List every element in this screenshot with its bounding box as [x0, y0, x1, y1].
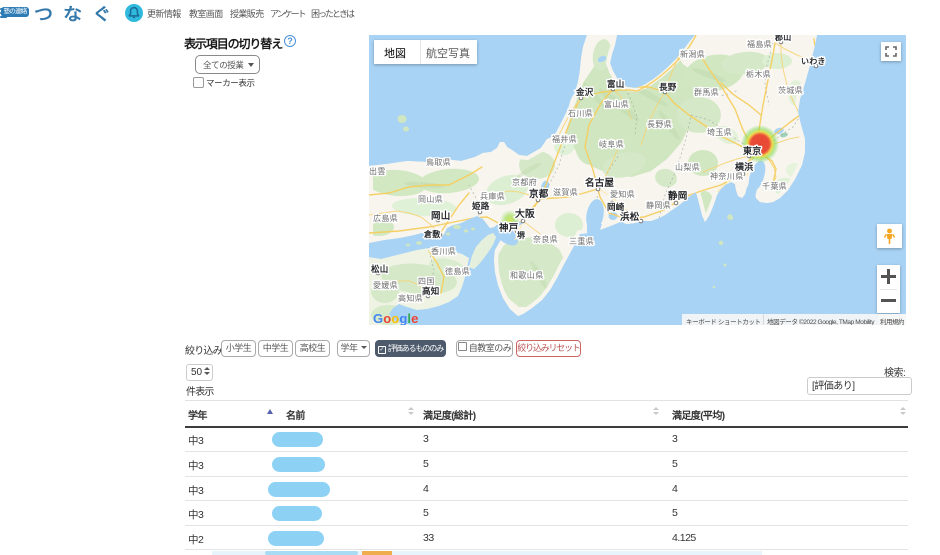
svg-text:出雲: 出雲: [369, 166, 386, 176]
svg-text:三重県: 三重県: [569, 236, 594, 246]
svg-text:長野: 長野: [659, 82, 677, 92]
svg-text:徳島県: 徳島県: [445, 266, 470, 276]
svg-text:京都府: 京都府: [512, 177, 537, 187]
svg-text:金沢: 金沢: [575, 87, 594, 97]
svg-text:静岡: 静岡: [668, 190, 687, 202]
svg-text:四国: 四国: [418, 277, 435, 286]
svg-text:名古屋: 名古屋: [585, 177, 614, 189]
svg-text:東京: 東京: [743, 145, 761, 156]
svg-text:松山: 松山: [371, 264, 388, 274]
svg-text:兵庫県: 兵庫県: [480, 191, 505, 201]
svg-text:群馬県: 群馬県: [694, 87, 719, 97]
svg-text:郡山: 郡山: [774, 35, 791, 42]
svg-text:富山: 富山: [607, 79, 624, 89]
svg-text:姫路: 姫路: [472, 201, 490, 211]
svg-text:岐阜県: 岐阜県: [599, 139, 624, 149]
svg-text:福島県: 福島県: [747, 39, 772, 49]
svg-text:和歌山県: 和歌山県: [510, 270, 544, 280]
svg-text:岡山: 岡山: [431, 210, 450, 222]
svg-text:茨城県: 茨城県: [778, 85, 803, 95]
svg-text:堺: 堺: [517, 230, 526, 240]
svg-text:大阪: 大阪: [515, 207, 535, 220]
svg-text:神奈川県: 神奈川県: [710, 171, 744, 181]
svg-text:香川県: 香川県: [431, 246, 456, 256]
svg-text:千葉県: 千葉県: [762, 181, 787, 191]
svg-text:栃木県: 栃木県: [746, 69, 771, 79]
svg-text:鳥取県: 鳥取県: [426, 157, 451, 167]
svg-text:高知: 高知: [422, 286, 439, 296]
svg-text:愛知県: 愛知県: [610, 189, 635, 199]
svg-text:埼玉県: 埼玉県: [707, 127, 732, 137]
svg-text:高知県: 高知県: [398, 293, 423, 303]
svg-text:石川県: 石川県: [568, 109, 593, 118]
svg-text:京都: 京都: [529, 188, 549, 200]
svg-text:横浜: 横浜: [735, 161, 753, 172]
svg-text:新潟県: 新潟県: [680, 49, 705, 59]
svg-text:広島県: 広島県: [373, 213, 398, 223]
svg-text:いわき: いわき: [801, 57, 826, 66]
svg-text:福井県: 福井県: [552, 134, 577, 144]
svg-text:富山県: 富山県: [604, 99, 629, 109]
svg-text:滋賀県: 滋賀県: [553, 187, 578, 197]
svg-text:奈良県: 奈良県: [533, 234, 558, 244]
svg-text:岡山県: 岡山県: [418, 194, 443, 204]
svg-text:愛媛県: 愛媛県: [373, 280, 398, 290]
svg-text:山梨県: 山梨県: [675, 162, 700, 172]
svg-text:浜松: 浜松: [620, 211, 640, 223]
svg-text:神戸: 神戸: [499, 222, 519, 234]
svg-text:倉敷: 倉敷: [423, 229, 441, 239]
svg-text:長野県: 長野県: [647, 120, 672, 129]
svg-text:岡崎: 岡崎: [607, 202, 625, 212]
